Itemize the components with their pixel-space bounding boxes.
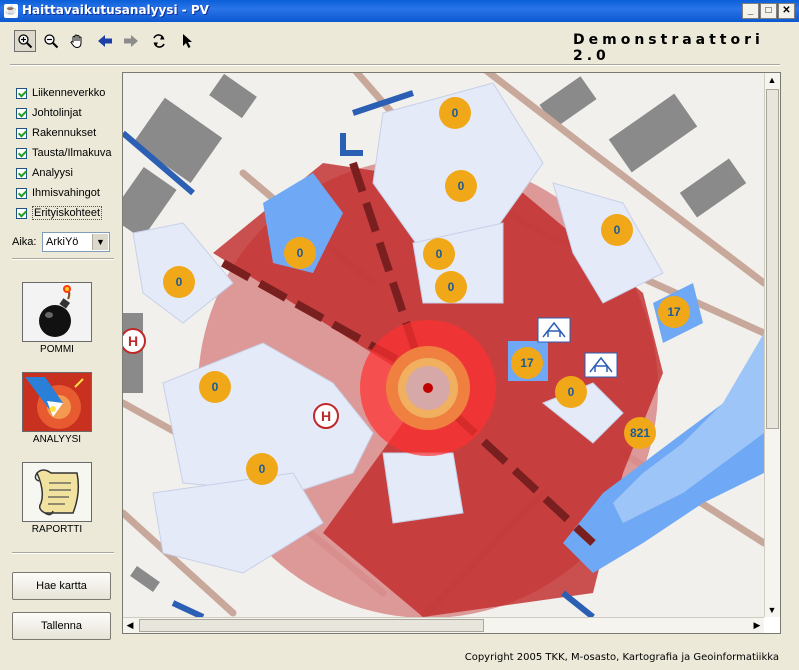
window-title: Haittavaikutusanalyysi - PV: [22, 3, 209, 17]
hospital-marker-icon[interactable]: H: [123, 328, 146, 354]
layer-checkbox[interactable]: [16, 127, 27, 139]
hae-kartta-button[interactable]: Hae kartta: [12, 572, 111, 600]
raportti-label: RAPORTTI: [31, 524, 83, 535]
casualty-marker[interactable]: 0: [439, 97, 471, 129]
vertical-scrollbar[interactable]: ▲ ▼: [764, 73, 780, 617]
tallenna-button[interactable]: Tallenna: [12, 612, 111, 640]
hospital-label: H: [321, 408, 331, 424]
forward-arrow-icon[interactable]: [120, 30, 142, 52]
hospital-label: H: [128, 333, 138, 349]
scroll-down-icon[interactable]: ▼: [765, 603, 779, 617]
layer-erityiskohteet[interactable]: Erityiskohteet: [16, 205, 103, 221]
casualty-marker[interactable]: 0: [284, 237, 316, 269]
raportti-button[interactable]: [22, 462, 92, 522]
scroll-report-icon: [23, 463, 91, 521]
panel-divider: [12, 258, 114, 260]
layer-analyysi[interactable]: Analyysi: [16, 165, 73, 181]
layer-tausta[interactable]: Tausta/Ilmakuva: [16, 145, 111, 161]
casualty-marker[interactable]: 0: [246, 453, 278, 485]
layer-label: Ihmisvahingot: [32, 187, 100, 199]
scroll-left-icon[interactable]: ◀: [123, 618, 137, 632]
layer-liikenneverkko[interactable]: Liikenneverkko: [16, 85, 105, 101]
pointer-icon[interactable]: [176, 30, 198, 52]
layer-rakennukset[interactable]: Rakennukset: [16, 125, 96, 141]
analyysi-label: ANALYYSI: [32, 434, 82, 445]
scroll-right-icon[interactable]: ▶: [750, 618, 764, 632]
svg-text:0: 0: [568, 385, 575, 399]
school-marker-icon[interactable]: [537, 317, 571, 343]
layer-label: Tausta/Ilmakuva: [32, 147, 112, 159]
layer-label: Erityiskohteet: [32, 206, 103, 220]
back-arrow-icon[interactable]: [94, 30, 116, 52]
svg-text:0: 0: [458, 179, 465, 193]
zoom-out-icon[interactable]: [40, 30, 62, 52]
minimize-button[interactable]: _: [742, 3, 759, 19]
layer-ihmisvahingot[interactable]: Ihmisvahingot: [16, 185, 100, 201]
chevron-down-icon[interactable]: ▼: [92, 234, 108, 250]
svg-text:0: 0: [176, 275, 183, 289]
layer-label: Analyysi: [32, 167, 73, 179]
casualty-marker[interactable]: 0: [445, 170, 477, 202]
casualty-marker[interactable]: 821: [624, 417, 656, 449]
layer-checkbox[interactable]: [16, 167, 27, 179]
svg-text:0: 0: [259, 462, 266, 476]
svg-text:0: 0: [614, 223, 621, 237]
school-marker-icon[interactable]: [584, 352, 618, 378]
casualty-marker[interactable]: 17: [511, 347, 543, 379]
svg-text:0: 0: [436, 247, 443, 261]
title-bar: ☕ Haittavaikutusanalyysi - PV _ □ ✕: [0, 0, 799, 22]
analysis-icon: [23, 373, 91, 431]
svg-text:0: 0: [212, 380, 219, 394]
panel-divider: [12, 552, 114, 554]
layer-label: Liikenneverkko: [32, 87, 106, 99]
casualty-marker[interactable]: 0: [423, 238, 455, 270]
svg-text:821: 821: [630, 426, 650, 440]
layer-label: Rakennukset: [32, 127, 97, 139]
vertical-scroll-thumb[interactable]: [766, 89, 779, 429]
casualty-marker[interactable]: 17: [658, 296, 690, 328]
layer-checkbox[interactable]: [16, 187, 27, 199]
copyright-text: Copyright 2005 TKK, M-osasto, Kartografi…: [464, 652, 779, 663]
horizontal-scroll-thumb[interactable]: [139, 619, 484, 632]
aika-label: Aika:: [12, 236, 37, 248]
close-button[interactable]: ✕: [778, 3, 795, 19]
java-app-icon: ☕: [4, 4, 18, 18]
svg-text:17: 17: [520, 356, 534, 370]
map-view[interactable]: H H 0 0 0 0 0 0 0 0 0 0 0 0 17 17 821 ▲ …: [122, 72, 781, 634]
pommi-button[interactable]: [22, 282, 92, 342]
aika-value: ArkiYö: [46, 236, 79, 248]
layer-johtolinjat[interactable]: Johtolinjat: [16, 105, 82, 121]
pan-hand-icon[interactable]: [66, 30, 88, 52]
layer-checkbox[interactable]: [16, 87, 27, 99]
analyysi-button[interactable]: [22, 372, 92, 432]
layer-label: Johtolinjat: [32, 107, 82, 119]
casualty-marker[interactable]: 0: [163, 266, 195, 298]
zoom-in-icon[interactable]: [14, 30, 36, 52]
layer-checkbox[interactable]: [16, 207, 27, 219]
hospital-marker-icon[interactable]: H: [313, 403, 339, 429]
scroll-up-icon[interactable]: ▲: [765, 73, 779, 87]
refresh-icon[interactable]: [148, 30, 170, 52]
pommi-label: POMMI: [40, 344, 74, 355]
maximize-button[interactable]: □: [760, 3, 777, 19]
casualty-marker[interactable]: 0: [435, 271, 467, 303]
svg-text:17: 17: [667, 305, 681, 319]
svg-text:0: 0: [297, 246, 304, 260]
svg-text:0: 0: [452, 106, 459, 120]
map-canvas[interactable]: H H 0 0 0 0 0 0 0 0 0 0 0 0 17 17 821: [123, 73, 764, 617]
casualty-marker[interactable]: 0: [601, 214, 633, 246]
casualty-marker[interactable]: 0: [555, 376, 587, 408]
horizontal-scrollbar[interactable]: ◀ ▶: [123, 617, 764, 633]
bomb-icon: [23, 283, 91, 341]
layer-checkbox[interactable]: [16, 147, 27, 159]
svg-text:0: 0: [448, 280, 455, 294]
aika-select[interactable]: ArkiYö ▼: [42, 232, 110, 252]
toolbar-divider: [10, 64, 780, 66]
app-brand: Demonstraattori 2.0: [573, 32, 764, 64]
casualty-marker[interactable]: 0: [199, 371, 231, 403]
layer-checkbox[interactable]: [16, 107, 27, 119]
